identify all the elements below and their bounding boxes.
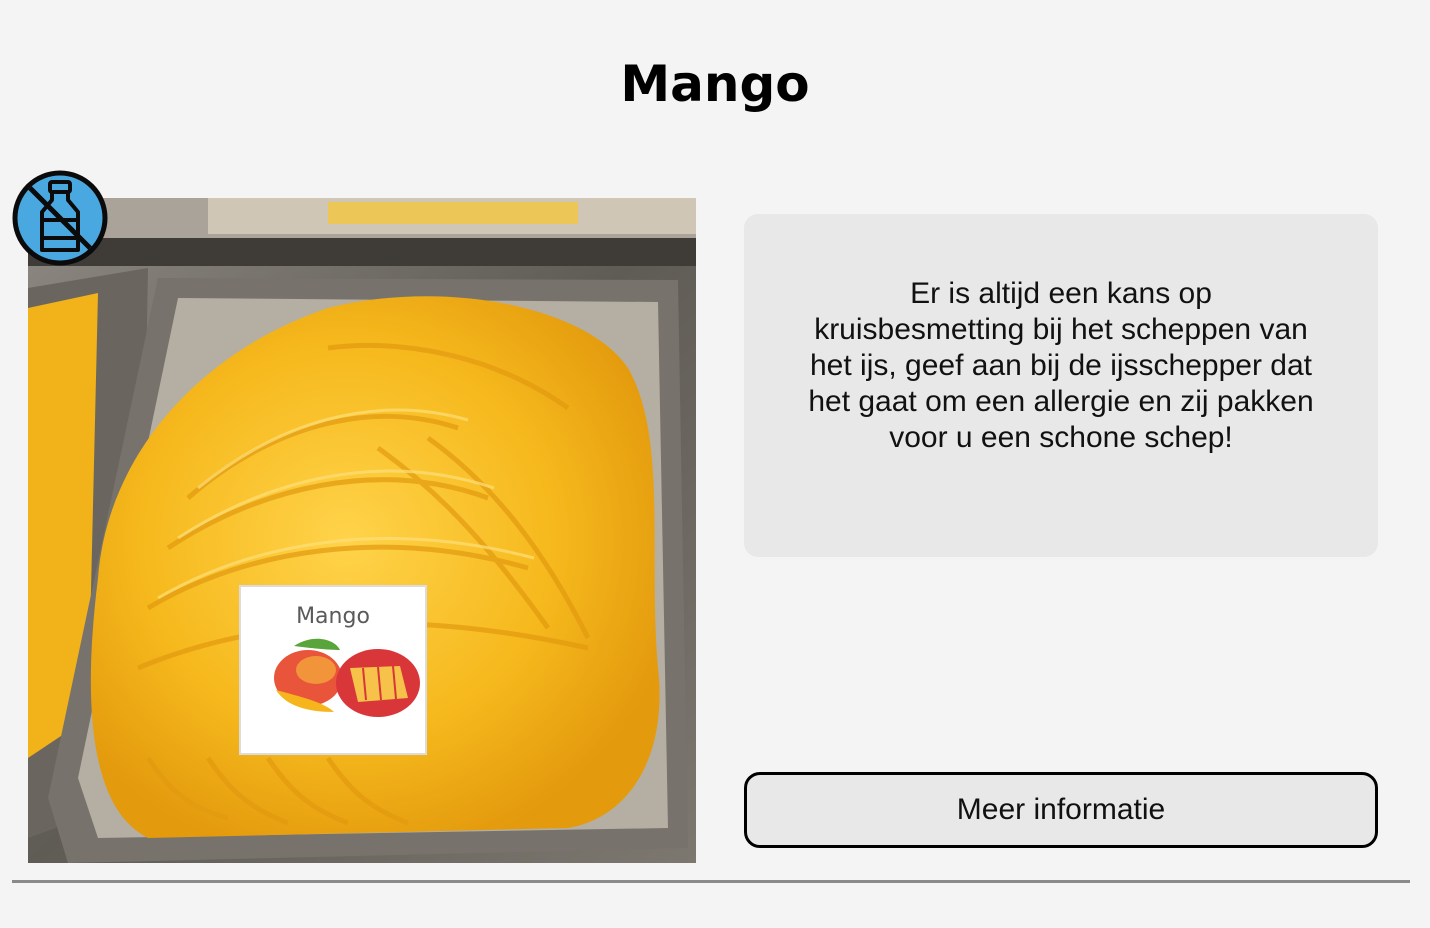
divider xyxy=(12,880,1410,883)
notice-text: Er is altijd een kans op kruisbesmetting… xyxy=(808,277,1314,454)
page-title: Mango xyxy=(620,55,810,113)
more-info-button[interactable]: Meer informatie xyxy=(744,772,1378,848)
product-page: Mango Mango Er is altijd een kans op kru… xyxy=(0,0,1430,928)
cross-contamination-notice: Er is altijd een kans op kruisbesmetting… xyxy=(744,214,1378,557)
product-photo: Mango xyxy=(28,198,696,863)
no-milk-icon xyxy=(12,170,108,266)
card-label: Mango xyxy=(296,604,370,629)
